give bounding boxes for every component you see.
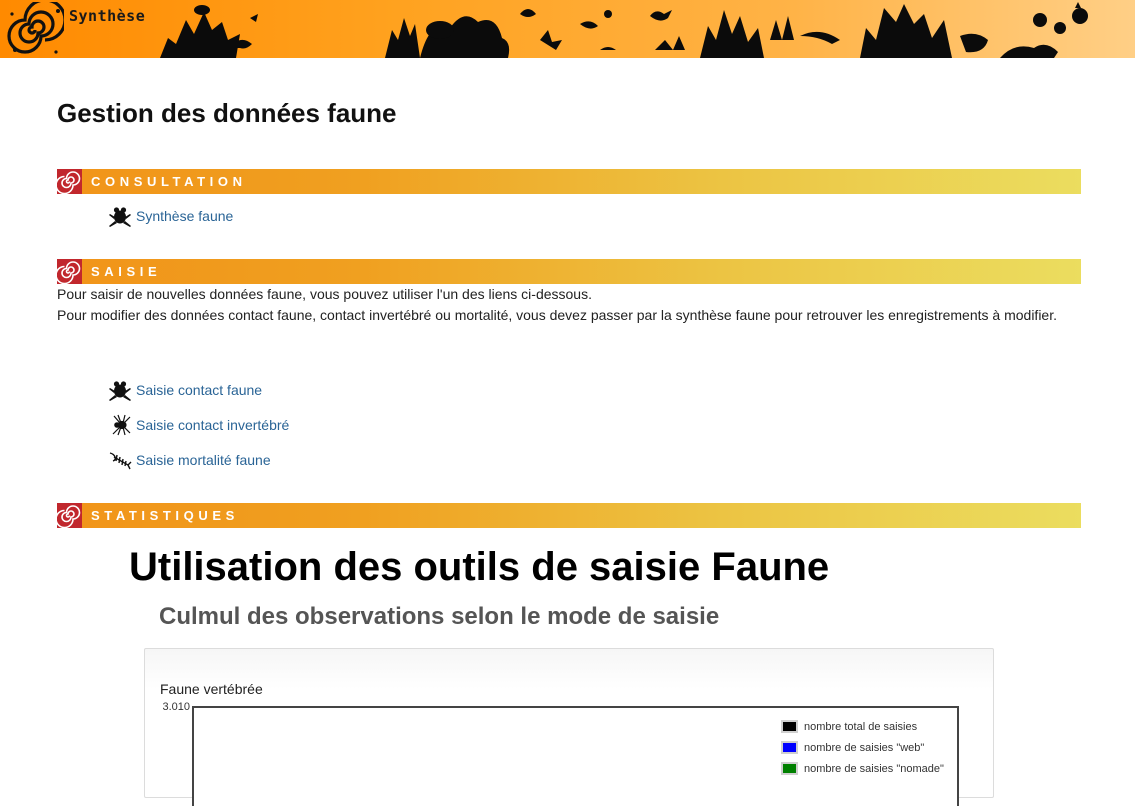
page-title: Gestion des données faune <box>57 98 397 128</box>
link-synthese-faune[interactable]: Synthèse faune <box>108 205 233 227</box>
fauna-silhouettes-decoration <box>160 2 1088 58</box>
spiral-section-icon <box>57 259 82 284</box>
legend-label: nombre de saisies "nomade" <box>804 762 944 775</box>
link-saisie-contact-faune[interactable]: Saisie contact faune <box>108 379 262 401</box>
legend-label: nombre de saisies "web" <box>804 741 925 754</box>
header-banner: Synthèse <box>0 0 1135 58</box>
spiral-section-icon <box>57 503 82 528</box>
legend-item-web[interactable]: nombre de saisies "web" <box>781 737 944 758</box>
link-saisie-contact-invertebre[interactable]: Saisie contact invertébré <box>108 414 289 436</box>
section-title: STATISTIQUES <box>91 508 239 523</box>
section-title: CONSULTATION <box>91 174 247 189</box>
spiral-section-icon <box>57 169 82 194</box>
frog-icon <box>109 207 131 227</box>
saisie-contact-faune-link[interactable]: Saisie contact faune <box>136 382 262 398</box>
legend-label: nombre total de saisies <box>804 720 918 733</box>
legend-swatch <box>781 720 798 733</box>
saisie-mortalite-faune-link[interactable]: Saisie mortalité faune <box>136 452 271 468</box>
section-header-consultation: CONSULTATION <box>57 169 1081 194</box>
frog-icon <box>109 381 131 401</box>
legend-item-nomade[interactable]: nombre de saisies "nomade" <box>781 758 944 779</box>
fish-skeleton-icon <box>109 452 132 470</box>
stats-heading: Utilisation des outils de saisie Faune <box>129 545 830 589</box>
spider-icon <box>112 414 131 436</box>
link-saisie-mortalite-faune[interactable]: Saisie mortalité faune <box>108 449 271 471</box>
stats-subheading: Culmul des observations selon le mode de… <box>159 603 720 630</box>
chart-legend: nombre total de saisies nombre de saisie… <box>781 716 944 779</box>
saisie-intro-line1: Pour saisir de nouvelles données faune, … <box>57 286 592 302</box>
y-tick-label: 3.010 <box>162 701 190 713</box>
section-header-statistiques: STATISTIQUES <box>57 503 1081 528</box>
section-header-saisie: SAISIE <box>57 259 1081 284</box>
chart-title: Faune vertébrée <box>160 681 263 697</box>
saisie-contact-invertebre-link[interactable]: Saisie contact invertébré <box>136 417 289 433</box>
legend-swatch <box>781 741 798 754</box>
section-title: SAISIE <box>91 264 162 279</box>
saisie-intro-line2: Pour modifier des données contact faune,… <box>57 307 1057 323</box>
legend-item-total[interactable]: nombre total de saisies <box>781 716 944 737</box>
synthese-faune-link[interactable]: Synthèse faune <box>136 208 233 224</box>
legend-swatch <box>781 762 798 775</box>
